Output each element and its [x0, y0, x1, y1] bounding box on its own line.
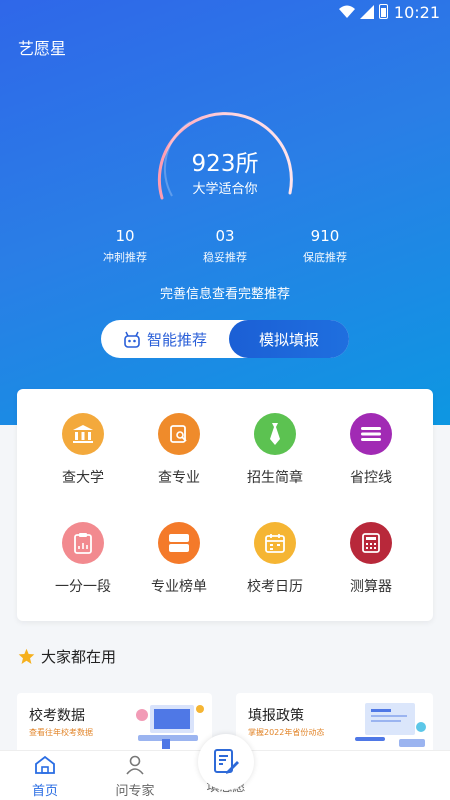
stat-value: 910 [310, 227, 340, 245]
grid-label: 测算器 [350, 579, 392, 595]
college-count: 923所 [191, 151, 259, 177]
feature-grid: 查大学 查专业 招生简章 省控线 一分一段 专业榜单 校考日历 测算器 [17, 389, 433, 621]
battery-icon [379, 4, 388, 19]
status-bar: 10:21 [0, 0, 450, 24]
feature-card-exam-data[interactable]: 校考数据 查看往年校考数据 [17, 693, 212, 755]
hero-banner: 10:21 艺愿星 923所 大学适合你 10 冲刺推荐 03 稳妥推荐 910… [0, 0, 450, 425]
stat-label: 保底推荐 [303, 251, 347, 264]
robot-icon [124, 331, 140, 348]
stat-label: 稳妥推荐 [203, 251, 247, 264]
match-gauge: 923所 大学适合你 [150, 98, 300, 208]
smart-recommend-tab[interactable]: 智能推荐 [123, 329, 207, 350]
stat-value: 10 [115, 227, 135, 245]
feature-title: 校考数据 [29, 708, 85, 724]
expert-icon [126, 755, 144, 775]
search-major-icon [158, 413, 200, 455]
section-title: 大家都在用 [41, 648, 117, 666]
mock-fill-tab[interactable]: 模拟填报 [229, 320, 349, 358]
fill-application-fab[interactable] [198, 734, 254, 790]
section-header: 大家都在用 [18, 646, 116, 667]
tab-home[interactable]: 首页 [0, 755, 90, 799]
stat-value: 03 [215, 227, 235, 245]
grid-label: 查大学 [62, 470, 104, 486]
stat-safe[interactable]: 910 保底推荐 [280, 227, 370, 265]
app-title: 艺愿星 [18, 39, 67, 58]
feature-subtitle: 查看往年校考数据 [29, 728, 93, 737]
grid-label: 招生简章 [247, 470, 303, 486]
grid-item-major[interactable]: 查专业 [127, 413, 231, 487]
tab-label: 问专家 [115, 784, 155, 799]
stat-rush[interactable]: 10 冲刺推荐 [80, 227, 170, 265]
grid-label: 省控线 [350, 470, 392, 486]
status-time: 10:21 [393, 3, 440, 22]
wifi-icon [339, 5, 355, 18]
grid-label: 查专业 [158, 470, 200, 486]
calendar-icon [254, 522, 296, 564]
recommend-toggle: 智能推荐 模拟填报 [101, 320, 349, 358]
edit-form-icon [214, 749, 239, 774]
calculator-icon [350, 522, 392, 564]
tab-ask-expert[interactable]: 问专家 [90, 755, 180, 799]
grid-item-major-ranking[interactable]: 专业榜单 [127, 522, 231, 596]
grid-item-control-line[interactable]: 省控线 [319, 413, 423, 487]
lines-icon [350, 413, 392, 455]
signal-icon [360, 4, 374, 19]
feature-card-policy[interactable]: 填报政策 掌握2022年省份动态 [236, 693, 433, 755]
university-icon [62, 413, 104, 455]
feature-subtitle: 掌握2022年省份动态 [248, 728, 325, 737]
grid-label: 专业榜单 [151, 579, 207, 595]
home-icon [35, 755, 55, 774]
complete-info-link[interactable]: 完善信息查看完整推荐 [0, 283, 450, 302]
gauge-subtitle: 大学适合你 [192, 182, 258, 197]
stat-stable[interactable]: 03 稳妥推荐 [180, 227, 270, 265]
grid-item-calculator[interactable]: 测算器 [319, 522, 423, 596]
smart-recommend-label: 智能推荐 [147, 331, 208, 349]
grid-item-exam-calendar[interactable]: 校考日历 [223, 522, 327, 596]
grid-label: 一分一段 [55, 579, 111, 595]
grid-item-university[interactable]: 查大学 [31, 413, 135, 487]
grid-item-score-segment[interactable]: 一分一段 [31, 522, 135, 596]
tab-label: 首页 [31, 784, 58, 799]
grid-item-admissions[interactable]: 招生简章 [223, 413, 327, 487]
exam-data-illustration [136, 705, 204, 749]
stat-label: 冲刺推荐 [103, 251, 147, 264]
grid-label: 校考日历 [247, 579, 303, 595]
policy-illustration [355, 703, 426, 747]
ranking-icon [158, 522, 200, 564]
tie-icon [254, 413, 296, 455]
clipboard-icon [62, 522, 104, 564]
star-icon [18, 648, 35, 664]
feature-title: 填报政策 [248, 708, 304, 724]
